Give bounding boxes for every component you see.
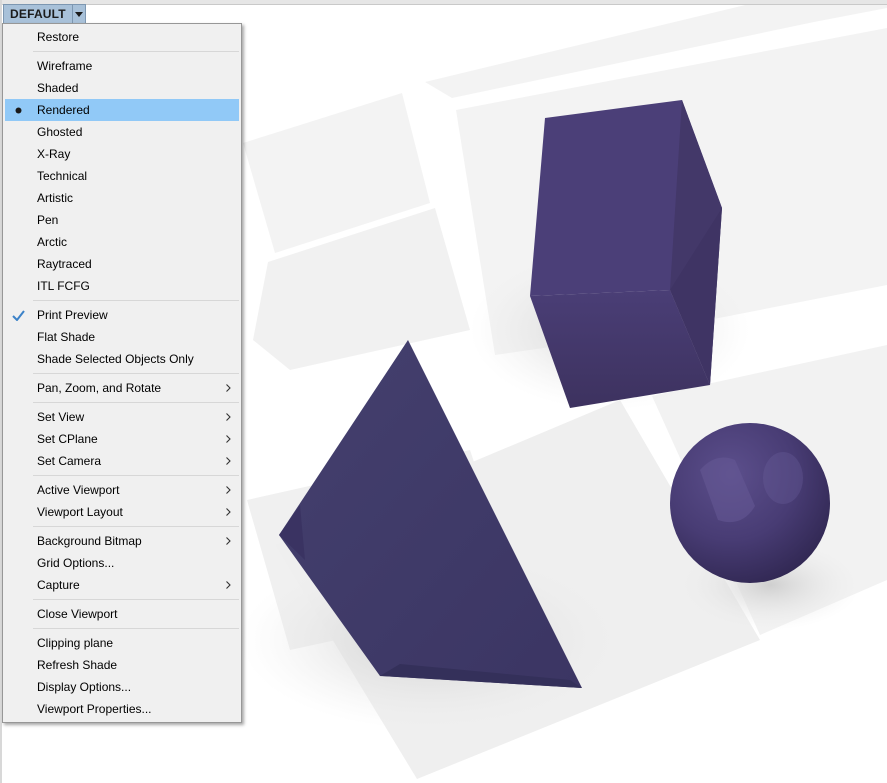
menu-item-viewport-properties[interactable]: Viewport Properties... xyxy=(3,698,241,720)
chevron-right-icon xyxy=(226,377,231,399)
menu-item-label: Artistic xyxy=(37,191,73,205)
menu-item-label: Grid Options... xyxy=(37,556,115,570)
menu-separator xyxy=(33,373,239,374)
menu-item-active-viewport[interactable]: Active Viewport xyxy=(3,479,241,501)
menu-item-label: Refresh Shade xyxy=(37,658,118,672)
menu-item-label: Active Viewport xyxy=(37,483,120,497)
viewport-frame-top xyxy=(0,0,887,5)
menu-item-technical[interactable]: Technical xyxy=(3,165,241,187)
menu-item-label: Shaded xyxy=(37,81,79,95)
chevron-right-icon xyxy=(226,479,231,501)
radio-dot-icon xyxy=(11,99,25,121)
menu-item-label: Viewport Layout xyxy=(37,505,123,519)
viewport-context-menu: Restore Wireframe Shaded Rendered Ghosted X-R… xyxy=(2,23,242,723)
menu-item-label: Display Options... xyxy=(37,680,132,694)
menu-item-label: Capture xyxy=(37,578,80,592)
menu-item-label: Rendered xyxy=(37,103,90,117)
chevron-right-icon xyxy=(226,428,231,450)
menu-item-label: Arctic xyxy=(37,235,67,249)
menu-item-set-cplane[interactable]: Set CPlane xyxy=(3,428,241,450)
cube-object xyxy=(530,100,722,408)
chevron-right-icon xyxy=(226,406,231,428)
menu-item-label: Pan, Zoom, and Rotate xyxy=(37,381,162,395)
menu-item-viewport-layout[interactable]: Viewport Layout xyxy=(3,501,241,523)
menu-item-pen[interactable]: Pen xyxy=(3,209,241,231)
chevron-right-icon xyxy=(226,501,231,523)
chevron-right-icon xyxy=(226,450,231,472)
menu-item-display-options[interactable]: Display Options... xyxy=(3,676,241,698)
menu-item-label: Wireframe xyxy=(37,59,93,73)
menu-separator xyxy=(33,300,239,301)
menu-item-close-viewport[interactable]: Close Viewport xyxy=(3,603,241,625)
menu-item-capture[interactable]: Capture xyxy=(3,574,241,596)
viewport-title[interactable]: DEFAULT xyxy=(4,5,72,24)
menu-item-label: Shade Selected Objects Only xyxy=(37,352,194,366)
menu-item-label: Technical xyxy=(37,169,88,183)
menu-item-label: Viewport Properties... xyxy=(37,702,152,716)
menu-item-label: Raytraced xyxy=(37,257,92,271)
menu-item-shade-selected-objects-only[interactable]: Shade Selected Objects Only xyxy=(3,348,241,370)
menu-separator xyxy=(33,51,239,52)
menu-item-pan-zoom-and-rotate[interactable]: Pan, Zoom, and Rotate xyxy=(3,377,241,399)
menu-separator xyxy=(33,402,239,403)
menu-item-ghosted[interactable]: Ghosted xyxy=(3,121,241,143)
menu-item-label: Set Camera xyxy=(37,454,102,468)
viewport[interactable]: DEFAULT Restore Wireframe Shaded Rendered Gh… xyxy=(0,0,887,783)
menu-item-artistic[interactable]: Artistic xyxy=(3,187,241,209)
menu-separator xyxy=(33,475,239,476)
menu-item-flat-shade[interactable]: Flat Shade xyxy=(3,326,241,348)
chevron-right-icon xyxy=(226,530,231,552)
menu-item-label: Restore xyxy=(37,30,80,44)
menu-item-label: Close Viewport xyxy=(37,607,118,621)
menu-separator xyxy=(33,599,239,600)
menu-item-print-preview[interactable]: Print Preview xyxy=(3,304,241,326)
viewport-title-tab[interactable]: DEFAULT xyxy=(3,4,86,25)
menu-item-restore[interactable]: Restore xyxy=(3,26,241,48)
menu-item-refresh-shade[interactable]: Refresh Shade xyxy=(3,654,241,676)
menu-item-x-ray[interactable]: X-Ray xyxy=(3,143,241,165)
menu-item-label: ITL FCFG xyxy=(37,279,90,293)
menu-item-wireframe[interactable]: Wireframe xyxy=(3,55,241,77)
sphere-object xyxy=(670,423,830,583)
chevron-right-icon xyxy=(226,574,231,596)
menu-item-set-view[interactable]: Set View xyxy=(3,406,241,428)
menu-item-label: Set CPlane xyxy=(37,432,98,446)
menu-item-grid-options[interactable]: Grid Options... xyxy=(3,552,241,574)
menu-item-label: Flat Shade xyxy=(37,330,96,344)
menu-item-clipping-plane[interactable]: Clipping plane xyxy=(3,632,241,654)
menu-item-label: Set View xyxy=(37,410,85,424)
menu-separator xyxy=(33,526,239,527)
menu-item-label: Print Preview xyxy=(37,308,108,322)
menu-item-set-camera[interactable]: Set Camera xyxy=(3,450,241,472)
menu-item-label: Ghosted xyxy=(37,125,83,139)
viewport-menu-dropdown-icon[interactable] xyxy=(71,5,85,24)
menu-item-itl-fcfg[interactable]: ITL FCFG xyxy=(3,275,241,297)
menu-item-shaded[interactable]: Shaded xyxy=(3,77,241,99)
menu-item-label: Background Bitmap xyxy=(37,534,142,548)
menu-item-label: X-Ray xyxy=(37,147,71,161)
menu-item-label: Clipping plane xyxy=(37,636,114,650)
menu-item-rendered[interactable]: Rendered xyxy=(5,99,239,121)
check-mark-icon xyxy=(11,304,25,326)
menu-item-raytraced[interactable]: Raytraced xyxy=(3,253,241,275)
menu-item-arctic[interactable]: Arctic xyxy=(3,231,241,253)
menu-item-background-bitmap[interactable]: Background Bitmap xyxy=(3,530,241,552)
menu-item-label: Pen xyxy=(37,213,59,227)
menu-separator xyxy=(33,628,239,629)
